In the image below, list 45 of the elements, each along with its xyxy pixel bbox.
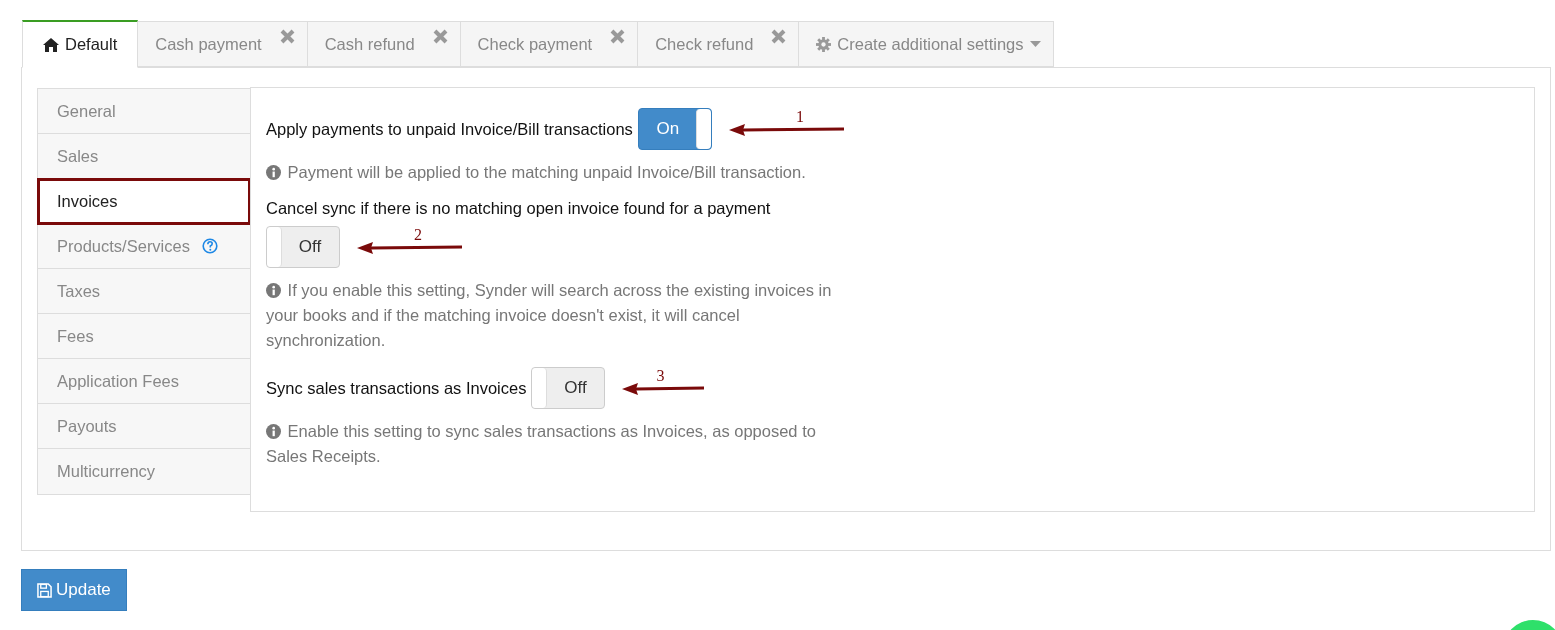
caret-icon bbox=[1029, 41, 1041, 47]
help-icon[interactable] bbox=[201, 238, 218, 254]
tab-label: Cash payment bbox=[155, 34, 262, 54]
sidebar-item[interactable]: Payouts bbox=[38, 404, 250, 449]
sidebar-item[interactable]: Sales bbox=[38, 134, 250, 179]
info-icon bbox=[266, 283, 281, 298]
sidebar-item[interactable]: Taxes bbox=[38, 269, 250, 314]
tab[interactable]: Create additional settings bbox=[799, 21, 1054, 67]
tab[interactable]: Default bbox=[22, 20, 139, 68]
tab-label: Create additional settings bbox=[837, 34, 1024, 54]
sidebar-item[interactable]: Products/Services bbox=[38, 224, 250, 269]
tab[interactable]: Cash payment bbox=[138, 21, 308, 67]
update-button[interactable]: Update bbox=[21, 569, 127, 611]
annotation-number: 2 bbox=[414, 228, 422, 242]
setting-label: Sync sales transactions as Invoices bbox=[266, 378, 527, 398]
info-icon bbox=[266, 424, 281, 439]
setting-hint: Enable this setting to sync sales transactions as Invoices, as opposed to Sales Receipts. bbox=[266, 421, 817, 467]
setting-label: Apply payments to unpaid Invoice/Bill transactions bbox=[266, 119, 633, 139]
close-icon[interactable] bbox=[610, 29, 626, 44]
sidebar-item[interactable]: Invoices bbox=[38, 179, 250, 224]
annotation-number: 3 bbox=[656, 369, 665, 383]
toggle-switch[interactable]: Off bbox=[266, 226, 340, 268]
toggle-switch[interactable]: Off bbox=[531, 367, 606, 409]
sidebar-item[interactable]: Multicurrency bbox=[38, 449, 250, 494]
close-icon[interactable] bbox=[279, 29, 295, 44]
info-icon bbox=[266, 165, 281, 180]
sidebar-item[interactable]: Fees bbox=[38, 314, 250, 359]
tab-label: Cash refund bbox=[324, 34, 415, 54]
tab[interactable]: Cash refund bbox=[307, 21, 461, 67]
gear-icon bbox=[816, 36, 832, 52]
tab-label: Check refund bbox=[655, 34, 754, 54]
toggle-switch[interactable]: On bbox=[637, 108, 712, 150]
sidebar-item[interactable]: Application Fees bbox=[38, 359, 250, 404]
setting-hint: Payment will be applied to the matching unpaid Invoice/Bill transaction. bbox=[266, 160, 861, 185]
setting-label: Cancel sync if there is no matching open invoice found for a payment bbox=[266, 199, 772, 218]
sidebar-item[interactable]: General bbox=[38, 89, 250, 134]
tab[interactable]: Check payment bbox=[460, 21, 639, 67]
close-icon[interactable] bbox=[771, 29, 787, 44]
home-icon bbox=[43, 37, 59, 52]
tab[interactable]: Check refund bbox=[638, 21, 800, 67]
setting-hint: If you enable this setting, Synder will search across the existing invoices in your books and if the matching invoice doesn't exist, it will cancel synchronization. bbox=[266, 280, 833, 351]
annotation-number: 1 bbox=[795, 110, 804, 124]
tab-label: Default bbox=[65, 35, 118, 54]
close-icon[interactable] bbox=[432, 29, 448, 44]
tab-label: Check payment bbox=[477, 34, 593, 54]
